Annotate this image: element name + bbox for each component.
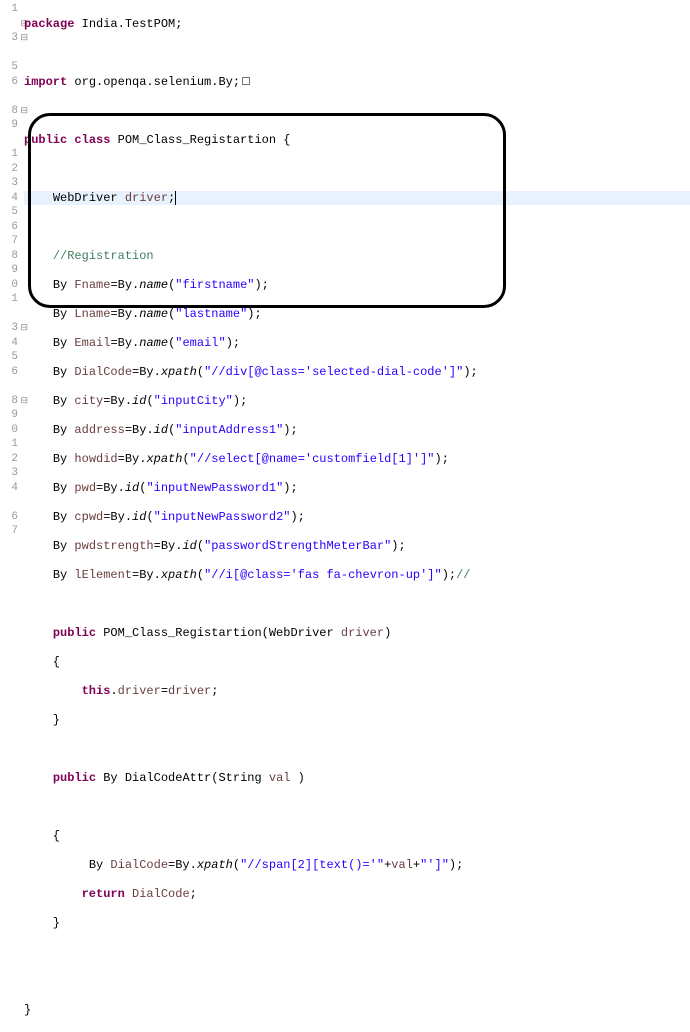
- line-number: 1: [0, 147, 20, 162]
- line-number: [0, 495, 20, 510]
- line-number: 1: [0, 2, 20, 17]
- code-line: }: [24, 916, 690, 931]
- code-line: [24, 974, 690, 989]
- code-line: [24, 220, 690, 235]
- code-line: [24, 742, 690, 757]
- code-line: [24, 104, 690, 119]
- line-number: [0, 89, 20, 104]
- line-number: 1: [0, 437, 20, 452]
- line-number: 2: [0, 162, 20, 177]
- line-number: [0, 133, 20, 148]
- line-number: 9: [0, 408, 20, 423]
- code-line: {: [24, 829, 690, 844]
- text-cursor: [175, 191, 176, 205]
- line-number: 4: [0, 481, 20, 496]
- code-line: [24, 800, 690, 815]
- line-number: 7: [0, 524, 20, 539]
- line-number: 5: [0, 350, 20, 365]
- code-line: By cpwd=By.id("inputNewPassword2");: [24, 510, 690, 525]
- code-line: [24, 46, 690, 61]
- code-line: public POM_Class_Registartion(WebDriver …: [24, 626, 690, 641]
- line-number: [0, 379, 20, 394]
- line-number: 3⊟: [0, 31, 20, 46]
- code-line: By howdid=By.xpath("//select[@name='cust…: [24, 452, 690, 467]
- line-number: 9: [0, 118, 20, 133]
- line-number: 4: [0, 191, 20, 206]
- line-number: 0: [0, 278, 20, 293]
- line-number: 6: [0, 510, 20, 525]
- line-number: 1: [0, 292, 20, 307]
- line-number: 8⊟: [0, 394, 20, 409]
- line-number: 9: [0, 263, 20, 278]
- code-editor-area[interactable]: package India.TestPOM; import org.openqa…: [24, 0, 690, 1032]
- line-number: 3: [0, 466, 20, 481]
- collapsed-import-icon[interactable]: [242, 77, 250, 85]
- code-line: import org.openqa.selenium.By;: [24, 75, 690, 90]
- code-line: By Lname=By.name("lastname");: [24, 307, 690, 322]
- code-line: By DialCode=By.xpath("//span[2][text()='…: [24, 858, 690, 873]
- code-line: By Email=By.name("email");: [24, 336, 690, 351]
- line-number: 0: [0, 423, 20, 438]
- line-number: ⊟: [0, 17, 20, 32]
- code-line: }: [24, 1003, 690, 1018]
- line-number: 5: [0, 205, 20, 220]
- code-line: [24, 945, 690, 960]
- code-line: public By DialCodeAttr(String val ): [24, 771, 690, 786]
- line-number: 6: [0, 220, 20, 235]
- line-number: [0, 46, 20, 61]
- code-line: return DialCode;: [24, 887, 690, 902]
- line-number: 6: [0, 75, 20, 90]
- code-line: By address=By.id("inputAddress1");: [24, 423, 690, 438]
- line-number: 4: [0, 336, 20, 351]
- line-number: 8⊟: [0, 104, 20, 119]
- line-number: [0, 307, 20, 322]
- line-number: 5: [0, 60, 20, 75]
- line-number: 2: [0, 452, 20, 467]
- code-line: this.driver=driver;: [24, 684, 690, 699]
- line-number: 3: [0, 176, 20, 191]
- code-line: [24, 597, 690, 612]
- code-line: By pwd=By.id("inputNewPassword1");: [24, 481, 690, 496]
- code-line: [24, 162, 690, 177]
- code-line: package India.TestPOM;: [24, 17, 690, 32]
- code-line: //Registration: [24, 249, 690, 264]
- code-line: By Fname=By.name("firstname");: [24, 278, 690, 293]
- code-line: By city=By.id("inputCity");: [24, 394, 690, 409]
- line-number: 7: [0, 234, 20, 249]
- line-number-gutter: 1⊟3⊟568⊟9123456789013⊟4568⊟90123467: [0, 0, 22, 538]
- code-line: public class POM_Class_Registartion {: [24, 133, 690, 148]
- line-number: 6: [0, 365, 20, 380]
- code-line: By DialCode=By.xpath("//div[@class='sele…: [24, 365, 690, 380]
- line-number: 8: [0, 249, 20, 264]
- code-line: By pwdstrength=By.id("passwordStrengthMe…: [24, 539, 690, 554]
- code-line: By lElement=By.xpath("//i[@class='fas fa…: [24, 568, 690, 583]
- line-number: 3⊟: [0, 321, 20, 336]
- code-line: }: [24, 713, 690, 728]
- code-line: {: [24, 655, 690, 670]
- code-line-highlighted: WebDriver driver;: [24, 191, 690, 206]
